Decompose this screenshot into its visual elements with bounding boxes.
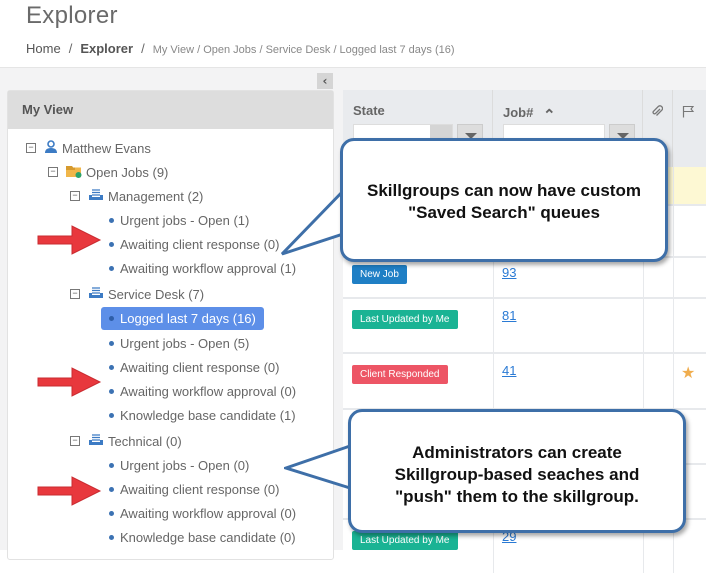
callout-text: "push" them to the skillgroup. [395, 487, 639, 506]
tree-node-skillgroup[interactable]: − Management (2) [70, 186, 203, 206]
table-row[interactable]: New Job 93 [343, 256, 706, 297]
tree-item-selected[interactable]: Logged last 7 days (16) [101, 307, 264, 330]
callout-text: Skillgroup-based seaches and [394, 465, 640, 484]
tree-item-saved-search[interactable]: Awaiting client response (0) [109, 234, 279, 254]
callout-admin-push: Administrators can create Skillgroup-bas… [348, 409, 686, 533]
bullet-icon [109, 316, 114, 321]
red-arrow-icon [37, 367, 102, 397]
tree-label: Management (2) [108, 188, 204, 204]
tree-item-label: Urgent jobs - Open (0) [120, 457, 250, 473]
bullet-icon [109, 265, 114, 271]
tree-item-saved-search[interactable]: Knowledge base candidate (0) [109, 527, 296, 547]
bullet-icon [109, 217, 114, 223]
table-row[interactable]: Last Updated by Me 81 [343, 297, 706, 352]
folder-icon [66, 164, 82, 181]
breadcrumb-separator: / [68, 41, 73, 56]
tree-item-saved-search[interactable]: Urgent jobs - Open (5) [109, 333, 249, 353]
breadcrumb-explorer[interactable]: Explorer [80, 41, 133, 56]
state-badge: Last Updated by Me [352, 531, 458, 550]
job-number-link[interactable]: 81 [502, 308, 516, 323]
collapse-toggle-icon[interactable]: − [48, 167, 58, 177]
tree-label: Matthew Evans [62, 140, 151, 156]
tree-item-saved-search[interactable]: Awaiting client response (0) [109, 479, 279, 499]
tree-item-label: Knowledge base candidate (1) [120, 407, 296, 423]
tree-node-user[interactable]: − Matthew Evans [26, 138, 151, 158]
user-icon [44, 139, 58, 157]
bullet-icon [109, 486, 114, 492]
bullet-icon [109, 412, 114, 418]
inbox-tray-icon [88, 433, 104, 449]
bullet-icon [109, 534, 114, 540]
tree-item-label: Logged last 7 days (16) [120, 311, 256, 326]
tree-item-label: Urgent jobs - Open (5) [120, 335, 250, 351]
bullet-icon [109, 510, 114, 516]
tree-node-open-jobs[interactable]: − Open Jobs (9) [48, 162, 168, 182]
tree-item-label: Awaiting client response (0) [120, 481, 280, 497]
breadcrumb-separator: / [141, 41, 145, 56]
tree-item-label: Urgent jobs - Open (1) [120, 212, 250, 228]
callout-text: "Saved Search" queues [408, 203, 600, 222]
tree-item-label: Awaiting client response (0) [120, 236, 280, 252]
column-header-flag[interactable] [673, 90, 706, 167]
callout-text: Skillgroups can now have custom [367, 181, 641, 200]
tree-label: Technical (0) [108, 433, 182, 449]
star-icon[interactable]: ★ [681, 363, 695, 382]
inbox-tray-icon [88, 188, 104, 204]
job-number-link[interactable]: 41 [502, 363, 516, 378]
inbox-tray-icon [88, 286, 104, 302]
tree-item-saved-search[interactable]: Awaiting workflow approval (1) [109, 258, 296, 278]
job-number-link[interactable]: 93 [502, 265, 516, 280]
tree-label: Service Desk (7) [108, 286, 205, 302]
state-badge: New Job [352, 265, 407, 284]
paperclip-icon [651, 103, 664, 122]
tree-item-saved-search[interactable]: Urgent jobs - Open (0) [109, 455, 249, 475]
flag-icon [682, 103, 695, 122]
callout-text: Administrators can create [412, 443, 622, 462]
collapse-toggle-icon[interactable]: − [70, 289, 80, 299]
bullet-icon [109, 388, 114, 394]
tree-item-saved-search[interactable]: Knowledge base candidate (1) [109, 405, 296, 425]
collapse-toggle-icon[interactable]: − [70, 436, 80, 446]
tree-item-saved-search[interactable]: Awaiting workflow approval (0) [109, 381, 296, 401]
bullet-icon [109, 340, 114, 346]
state-badge: Last Updated by Me [352, 310, 458, 329]
sort-ascending-icon[interactable]: ⌃ [543, 106, 556, 124]
tree-item-label: Knowledge base candidate (0) [120, 529, 296, 545]
red-arrow-icon [37, 225, 102, 255]
tree-label: Open Jobs (9) [86, 164, 169, 180]
page-title: Explorer [26, 2, 118, 29]
bullet-icon [109, 364, 114, 370]
column-label: Job# ⌃ [503, 105, 556, 124]
tree-node-skillgroup[interactable]: − Technical (0) [70, 431, 182, 451]
panel-title: My View [8, 91, 333, 129]
state-badge: Client Responded [352, 365, 448, 384]
breadcrumb-home[interactable]: Home [26, 41, 61, 56]
tree-item-label: Awaiting workflow approval (0) [120, 505, 297, 521]
callout-tail [284, 443, 352, 491]
tree-item-saved-search[interactable]: Urgent jobs - Open (1) [109, 210, 249, 230]
breadcrumb-trail: My View / Open Jobs / Service Desk / Log… [152, 44, 455, 56]
bullet-icon [109, 241, 114, 247]
tree-item-saved-search[interactable]: Awaiting workflow approval (0) [109, 503, 296, 523]
tree-item-label: Awaiting workflow approval (0) [120, 383, 297, 399]
collapse-toggle-icon[interactable]: − [70, 191, 80, 201]
tree-node-skillgroup[interactable]: − Service Desk (7) [70, 284, 204, 304]
collapse-sidebar-button[interactable]: ‹ [317, 73, 333, 89]
content-area: ‹ My View − Matthew Evans − Open Jobs (9… [0, 67, 706, 573]
tree-item-saved-search[interactable]: Awaiting client response (0) [109, 357, 279, 377]
red-arrow-icon [37, 476, 102, 506]
tree-item-label: Awaiting workflow approval (1) [120, 260, 297, 276]
column-label: State [353, 103, 385, 118]
bullet-icon [109, 462, 114, 468]
chevron-left-icon: ‹ [322, 74, 328, 88]
callout-skillgroup-queues: Skillgroups can now have custom "Saved S… [340, 138, 668, 262]
collapse-toggle-icon[interactable]: − [26, 143, 36, 153]
tree-item-label: Awaiting client response (0) [120, 359, 280, 375]
breadcrumb: Home / Explorer / My View / Open Jobs / Serv… [26, 41, 455, 56]
table-row[interactable]: Client Responded 41 ★ [343, 352, 706, 408]
